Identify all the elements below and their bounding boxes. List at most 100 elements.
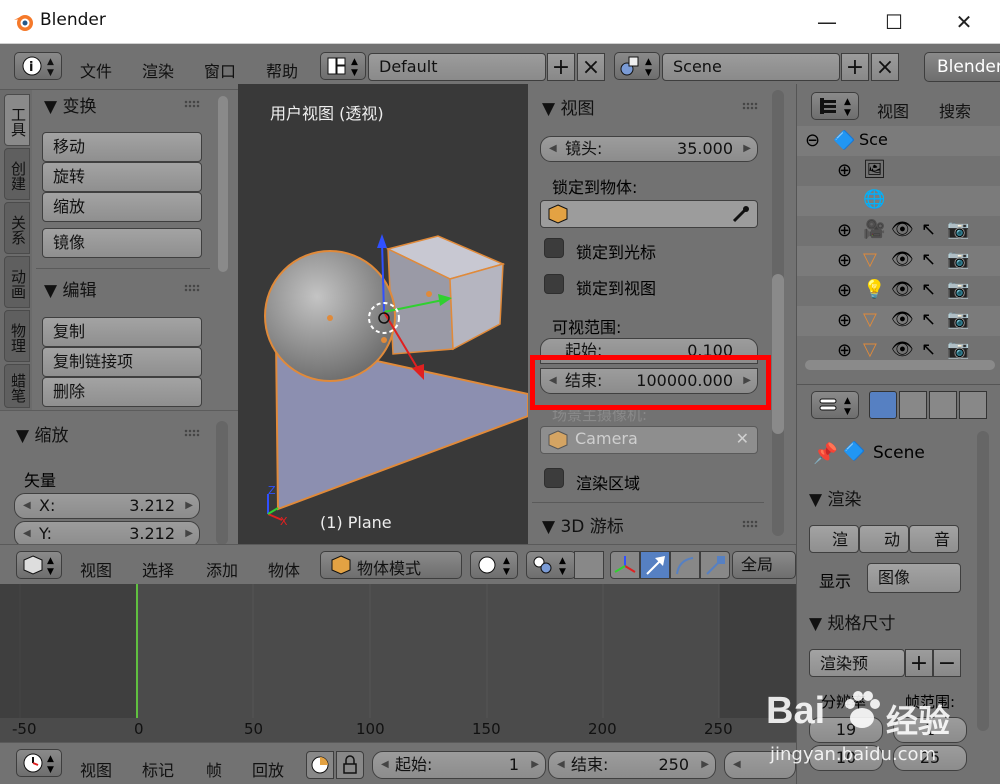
timeline-area[interactable] bbox=[0, 584, 796, 718]
screen-layout-selector[interactable]: ▲ ▼ bbox=[320, 52, 366, 80]
viewport-shading-selector[interactable]: ▲ ▼ bbox=[470, 551, 518, 579]
menu-add[interactable]: 添加 bbox=[206, 557, 238, 581]
outliner-row-plane[interactable]: ⊕ ▽ 👁 ↖ 📷 bbox=[797, 306, 1000, 336]
translate-manipulator-icon[interactable] bbox=[640, 551, 670, 579]
render-tab-icon[interactable] bbox=[869, 391, 897, 419]
drag-handle-icon[interactable] bbox=[184, 429, 200, 437]
manipulator-toggle-icon[interactable] bbox=[610, 551, 640, 579]
frame-end-input[interactable]: ◀ 结束: 250 ▶ bbox=[548, 751, 716, 779]
tab-physics[interactable]: 物理 bbox=[4, 310, 30, 362]
outliner-row-cube[interactable]: ⊕ ▽ 👁 ↖ 📷 bbox=[797, 246, 1000, 276]
eye-icon[interactable]: 👁 bbox=[891, 219, 914, 240]
decrement-icon[interactable]: ◀ bbox=[381, 753, 389, 777]
eye-icon[interactable]: 👁 bbox=[891, 309, 914, 330]
scene-camera-field[interactable]: Camera ✕ bbox=[540, 426, 758, 454]
eyedropper-icon[interactable] bbox=[731, 204, 751, 224]
render-camera-icon[interactable]: 📷 bbox=[947, 339, 969, 360]
eye-icon[interactable]: 👁 bbox=[891, 339, 914, 360]
expand-icon[interactable]: ⊕ bbox=[837, 310, 852, 331]
outliner-row-camera[interactable]: ⊕ 🎥 👁 ↖ 📷 bbox=[797, 216, 1000, 246]
view3d-editor-type[interactable]: ▲ ▼ bbox=[16, 551, 62, 579]
increment-icon[interactable]: ▶ bbox=[743, 137, 751, 161]
add-preset-button[interactable]: + bbox=[905, 649, 933, 677]
add-scene-button[interactable]: + bbox=[841, 53, 869, 81]
pin-icon[interactable]: 📌 bbox=[813, 441, 838, 465]
lock-view-checkbox[interactable] bbox=[544, 274, 564, 294]
decrement-icon[interactable]: ◀ bbox=[733, 753, 741, 777]
clear-icon[interactable]: ✕ bbox=[736, 429, 749, 448]
redo-panel-header[interactable]: ▼ 缩放 bbox=[16, 421, 68, 446]
render-border-checkbox[interactable] bbox=[544, 468, 564, 488]
view-panel-header[interactable]: ▼ 视图 bbox=[542, 94, 594, 119]
remove-preset-button[interactable]: − bbox=[933, 649, 961, 677]
decrement-icon[interactable]: ◀ bbox=[23, 522, 31, 546]
scene-selector[interactable]: ▲ ▼ bbox=[614, 52, 660, 80]
view-panel-scrollbar[interactable] bbox=[772, 274, 784, 434]
collapse-icon[interactable]: ⊖ bbox=[805, 130, 820, 151]
render-presets-menu[interactable]: 渲染预 bbox=[809, 649, 905, 677]
lock-icon[interactable] bbox=[336, 751, 364, 779]
render-layers-tab-icon[interactable] bbox=[899, 391, 927, 419]
frame-start-input[interactable]: ◀ 起始: 1 ▶ bbox=[372, 751, 546, 779]
close-button[interactable]: ✕ bbox=[942, 4, 986, 40]
menu-view[interactable]: 视图 bbox=[80, 557, 112, 581]
expand-icon[interactable]: ⊕ bbox=[837, 160, 852, 181]
outliner-row-renderlayers[interactable]: ⊕ 🖼 bbox=[797, 156, 1000, 186]
expand-icon[interactable]: ⊕ bbox=[837, 250, 852, 271]
drag-handle-icon[interactable] bbox=[184, 284, 200, 292]
tab-tools[interactable]: 工具 bbox=[4, 94, 30, 146]
toolshelf-scrollbar[interactable] bbox=[218, 96, 228, 272]
menu-help[interactable]: 帮助 bbox=[266, 58, 298, 82]
dimensions-panel-header[interactable]: ▼ 规格尺寸 bbox=[809, 609, 895, 634]
menu-select[interactable]: 选择 bbox=[142, 557, 174, 581]
outliner-h-scrollbar[interactable] bbox=[805, 360, 995, 370]
menu-file[interactable]: 文件 bbox=[80, 58, 112, 82]
render-camera-icon[interactable]: 📷 bbox=[947, 309, 969, 330]
drag-handle-icon[interactable] bbox=[742, 520, 758, 528]
tab-create[interactable]: 创建 bbox=[4, 148, 30, 200]
decrement-icon[interactable]: ◀ bbox=[557, 753, 565, 777]
rotate-button[interactable]: 旋转 bbox=[42, 162, 202, 192]
render-audio-button[interactable]: 音 bbox=[909, 525, 959, 553]
render-camera-icon[interactable]: 📷 bbox=[947, 279, 969, 300]
move-button[interactable]: 移动 bbox=[42, 132, 202, 162]
menu-object[interactable]: 物体 bbox=[268, 557, 300, 581]
cursor-select-icon[interactable]: ↖ bbox=[921, 279, 936, 300]
outliner-view-menu[interactable]: 视图 bbox=[877, 98, 909, 122]
transform-orientation-selector[interactable]: 全局 bbox=[732, 551, 796, 579]
remove-scene-button[interactable]: × bbox=[871, 53, 899, 81]
increment-icon[interactable]: ▶ bbox=[185, 522, 193, 546]
outliner-row-world[interactable]: 🌐 bbox=[797, 186, 1000, 216]
editor-type-button[interactable]: i ▲ ▼ bbox=[14, 52, 62, 80]
duplicate-button[interactable]: 复制 bbox=[42, 317, 202, 347]
timeline-editor-type[interactable]: ▲ ▼ bbox=[16, 749, 62, 777]
remove-layout-button[interactable]: × bbox=[577, 53, 605, 81]
tab-animation[interactable]: 动画 bbox=[4, 256, 30, 308]
render-animation-button[interactable]: 动 bbox=[859, 525, 909, 553]
render-camera-icon[interactable]: 📷 bbox=[947, 249, 969, 270]
cursor-select-icon[interactable]: ↖ bbox=[921, 249, 936, 270]
scale-x-field[interactable]: ◀ X: 3.212 ▶ bbox=[14, 493, 200, 519]
3d-viewport[interactable]: Z X bbox=[238, 84, 528, 544]
screen-layout-field[interactable]: Default bbox=[368, 53, 546, 81]
scene-field[interactable]: Scene bbox=[662, 53, 840, 81]
transform-panel-header[interactable]: ▼ 变换 bbox=[44, 92, 96, 117]
cursor-select-icon[interactable]: ↖ bbox=[921, 309, 936, 330]
maximize-button[interactable]: ☐ bbox=[872, 4, 916, 40]
increment-icon[interactable]: ▶ bbox=[531, 753, 539, 777]
mirror-button[interactable]: 镜像 bbox=[42, 228, 202, 258]
render-panel-header[interactable]: ▼ 渲染 bbox=[809, 485, 861, 510]
timeline-menu-playback[interactable]: 回放 bbox=[252, 757, 284, 781]
rotate-manipulator-icon[interactable] bbox=[670, 551, 700, 579]
expand-icon[interactable]: ⊕ bbox=[837, 340, 852, 361]
decrement-icon[interactable]: ◀ bbox=[23, 494, 31, 518]
minimize-button[interactable]: — bbox=[805, 4, 849, 40]
menu-window[interactable]: 窗口 bbox=[204, 58, 236, 82]
display-selector[interactable]: 图像 bbox=[867, 563, 961, 593]
render-camera-icon[interactable]: 📷 bbox=[947, 219, 969, 240]
preview-range-icon[interactable] bbox=[306, 751, 334, 779]
add-layout-button[interactable]: + bbox=[547, 53, 575, 81]
duplicate-linked-button[interactable]: 复制链接项 bbox=[42, 347, 202, 377]
mode-selector[interactable]: 物体模式 bbox=[320, 551, 462, 579]
timeline-menu-marker[interactable]: 标记 bbox=[142, 757, 174, 781]
